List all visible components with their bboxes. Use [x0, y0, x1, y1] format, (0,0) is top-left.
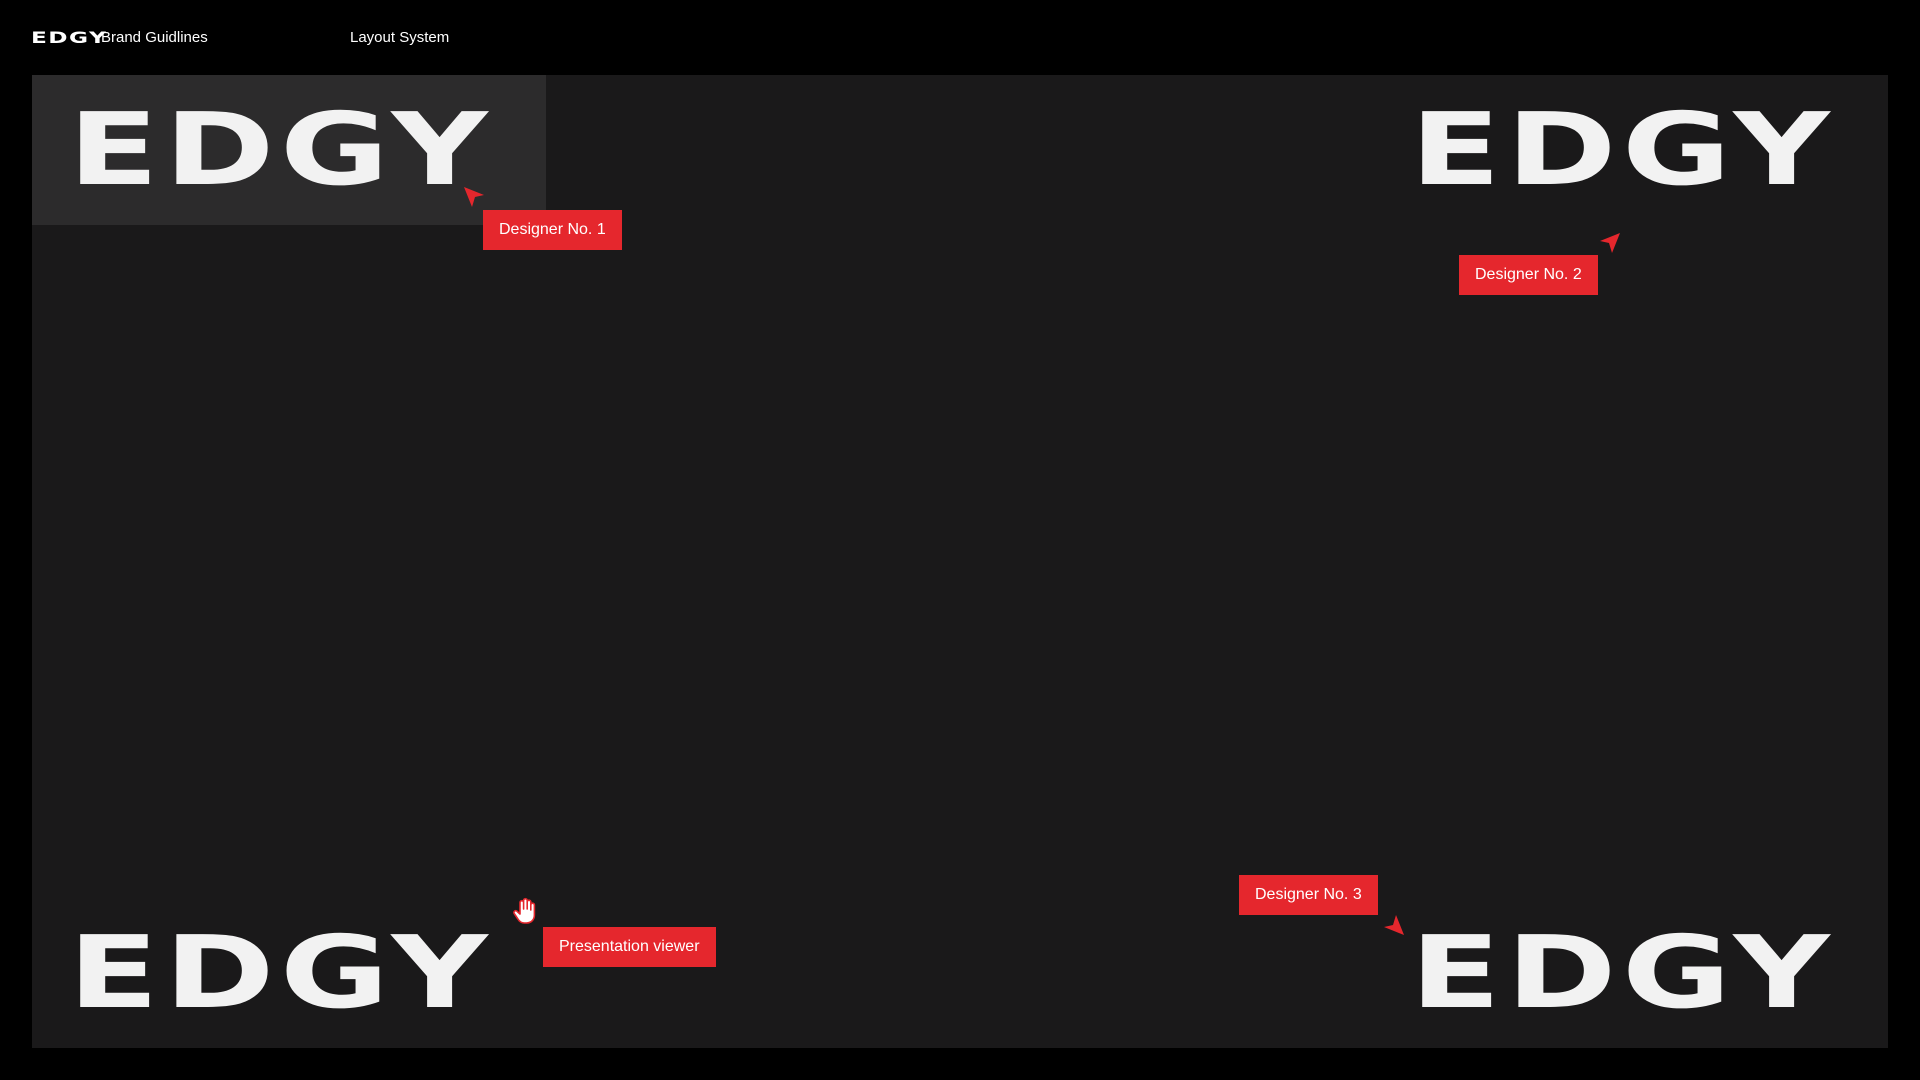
- pointer-arrow-icon: [1382, 913, 1406, 937]
- section-title[interactable]: Layout System: [350, 28, 449, 48]
- presentation-viewer-label: Presentation viewer: [543, 927, 716, 967]
- logo-bottom-right[interactable]: EDGY: [1410, 923, 1835, 1023]
- pointer-arrow-icon: [462, 185, 486, 209]
- brand-title[interactable]: Brand Guidlines: [101, 28, 208, 48]
- presentation-canvas[interactable]: EDGY EDGY EDGY EDGY Designer No. 1 Desig…: [32, 75, 1888, 1048]
- logo-top-right[interactable]: EDGY: [1410, 100, 1835, 200]
- designer-3-label: Designer No. 3: [1239, 875, 1378, 915]
- pointer-arrow-icon: [1598, 231, 1622, 255]
- brand-logo[interactable]: EDGY: [31, 28, 107, 48]
- logo-bottom-left[interactable]: EDGY: [68, 923, 493, 1023]
- logo-top-left[interactable]: EDGY: [68, 100, 493, 200]
- hand-cursor-icon: [512, 897, 538, 925]
- top-bar: EDGY Brand Guidlines Layout System: [0, 0, 1920, 75]
- designer-1-label: Designer No. 1: [483, 210, 622, 250]
- designer-2-label: Designer No. 2: [1459, 255, 1598, 295]
